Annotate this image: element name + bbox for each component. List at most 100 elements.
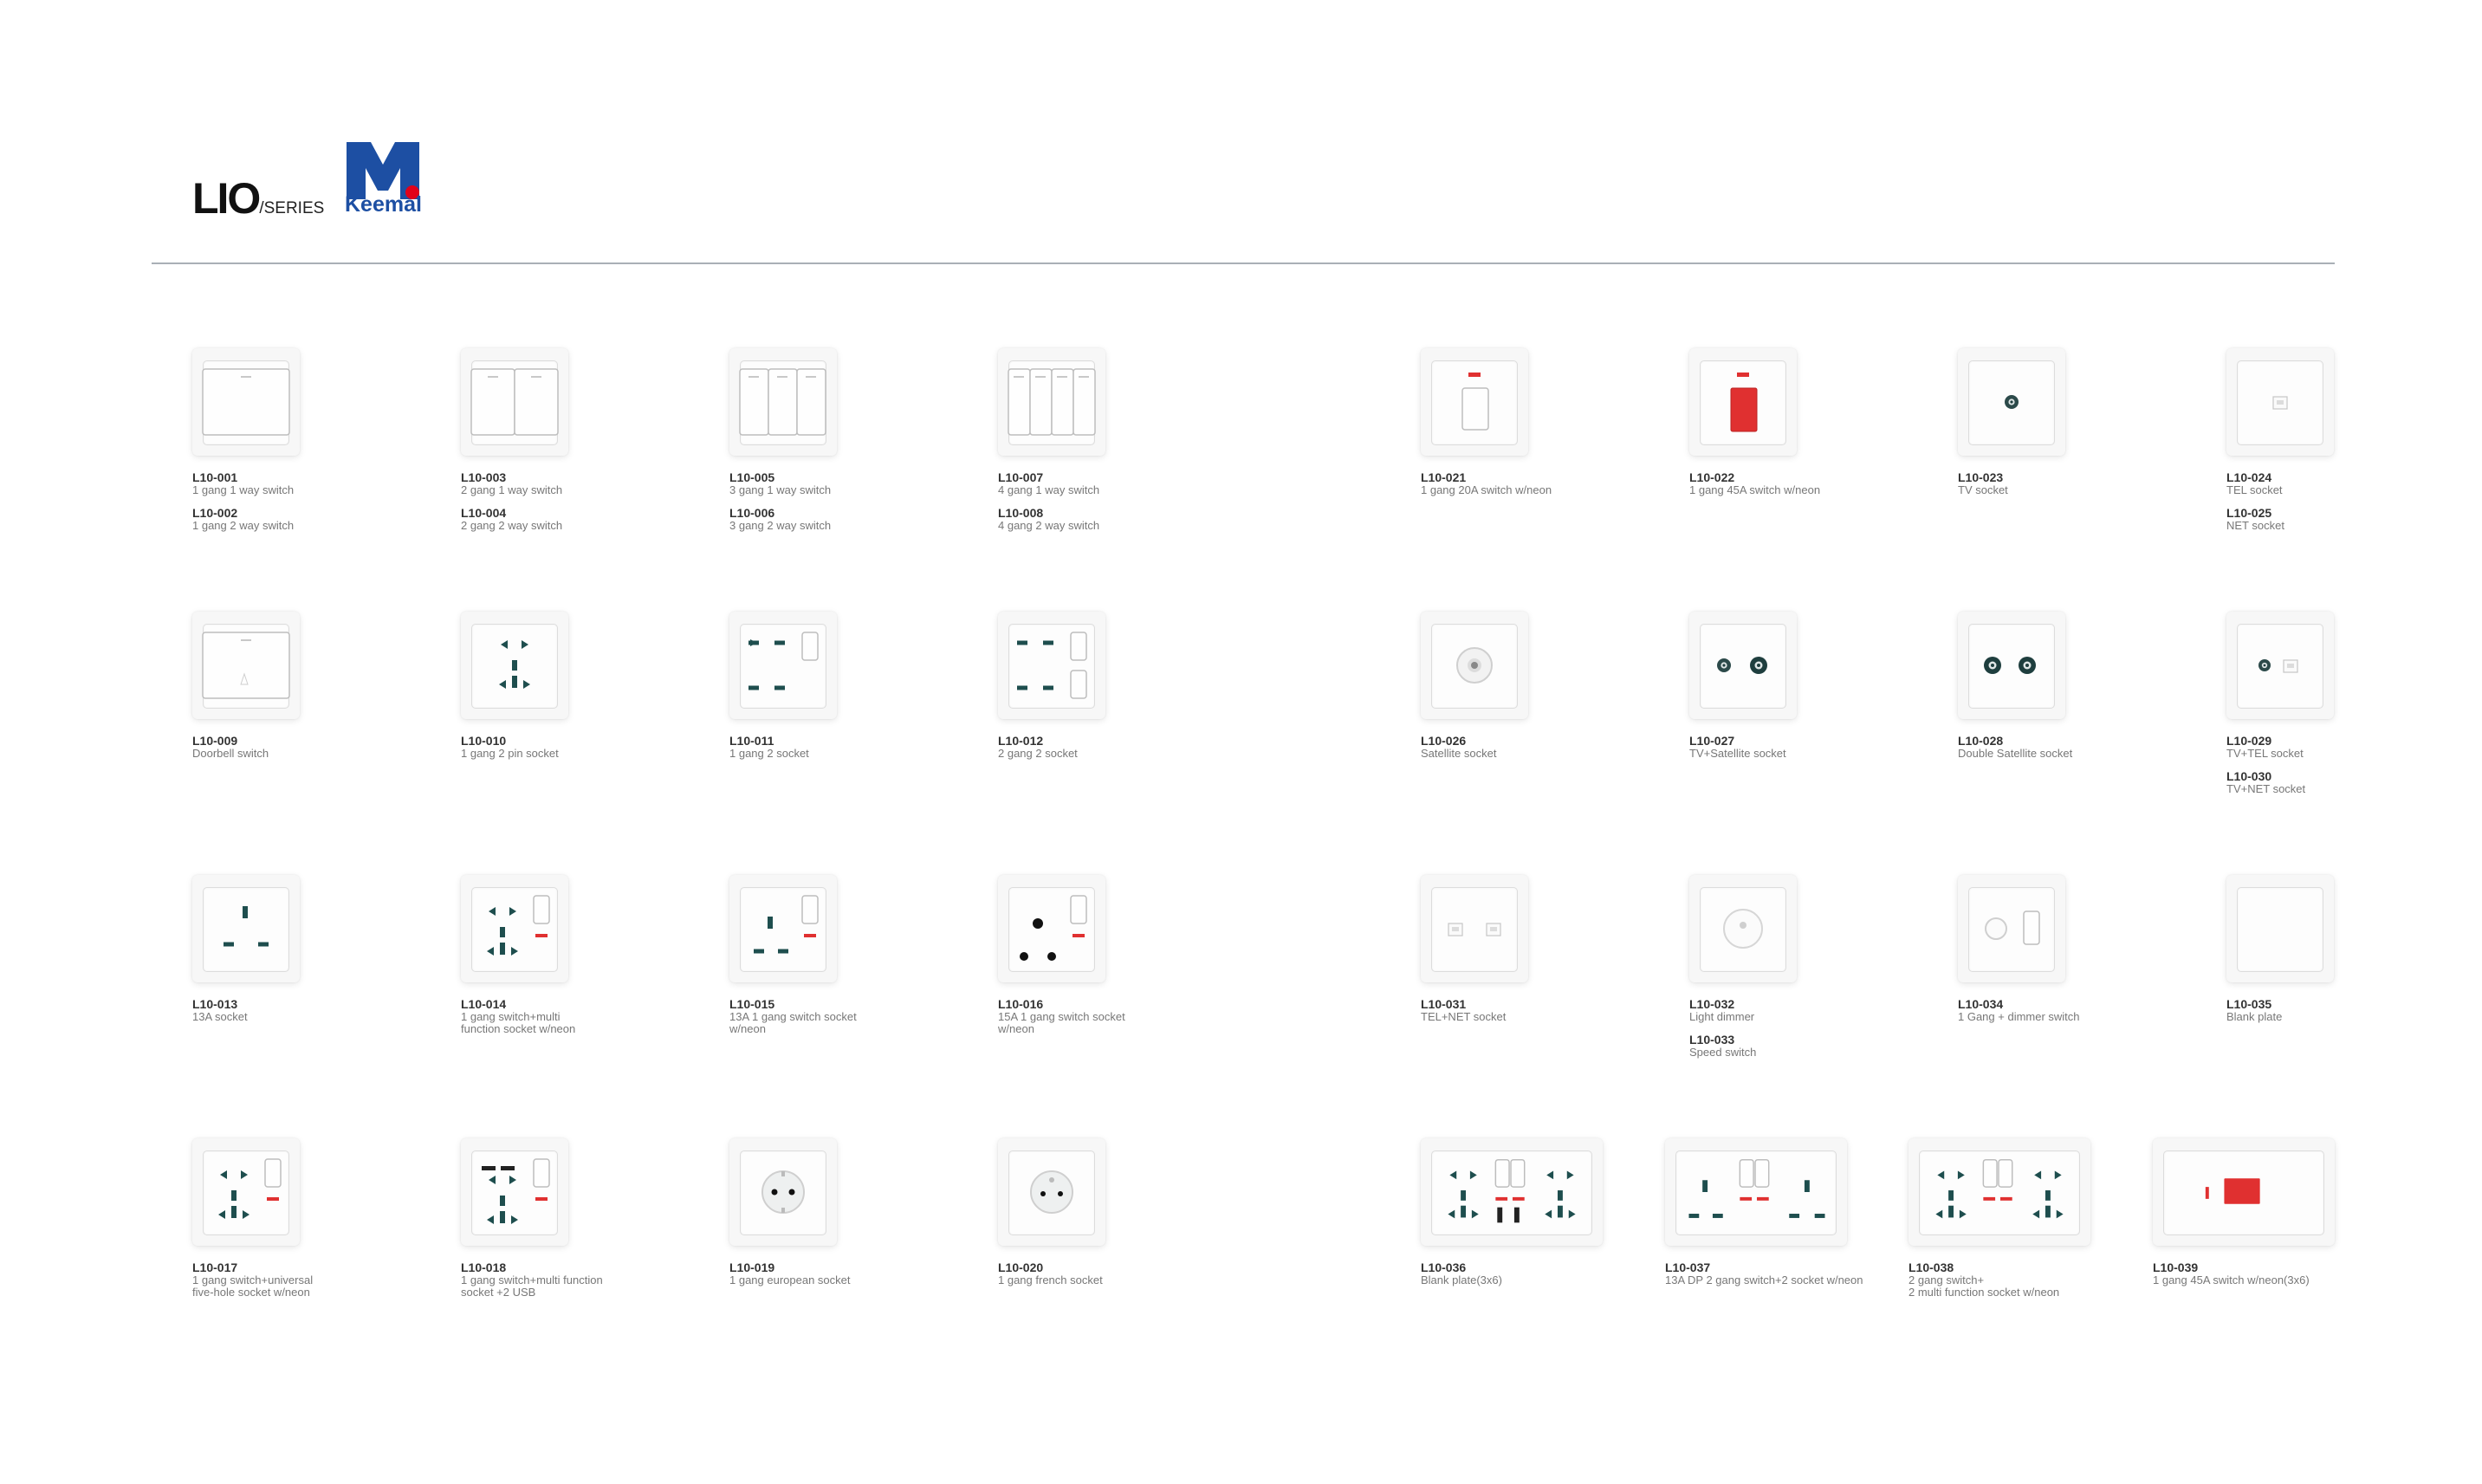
- product-caption: L10-029 TV+TEL socket L10-030 TV+NET socket: [2226, 735, 2452, 795]
- product-caption: L10-036 Blank plate(3x6): [1421, 1261, 1655, 1286]
- product-plate: [1958, 875, 2065, 982]
- product-caption: L10-026 Satellite socket: [1421, 735, 1646, 760]
- product-code: L10-001: [192, 470, 238, 484]
- product-description: 1 Gang + dimmer switch: [1958, 1010, 2080, 1023]
- product-description: 1 gang switch+universal: [192, 1273, 314, 1286]
- tv-tel-socket-icon: [2258, 659, 2298, 673]
- product-description: 4 gang 2 way switch: [998, 519, 1100, 532]
- product-code: L10-015: [729, 997, 775, 1011]
- product-code: L10-025: [2226, 506, 2272, 520]
- blank-plate-icon: [2226, 875, 2334, 982]
- product-plate: [1958, 348, 2065, 456]
- round-15a-switch-neon-icon: [1020, 895, 1087, 961]
- product-plate: [192, 348, 300, 456]
- product-caption: L10-012 2 gang 2 socket: [998, 735, 1223, 760]
- product-code: L10-020: [998, 1260, 1044, 1274]
- product-code: L10-017: [192, 1260, 238, 1274]
- product-plate: [1908, 1138, 2090, 1246]
- product-description: TV+TEL socket: [2226, 747, 2304, 760]
- product-description: Doorbell switch: [192, 747, 269, 760]
- product-description: 1 gang switch+multi function: [461, 1273, 603, 1286]
- product-description: 15A 1 gang switch socket: [998, 1010, 1125, 1023]
- product-plate: [461, 875, 568, 982]
- product-caption: L10-017 1 gang switch+universal five-hole …: [192, 1261, 418, 1299]
- product-plate: [1421, 1138, 1603, 1246]
- header-divider: [152, 262, 2335, 264]
- product-code: L10-009: [192, 734, 238, 748]
- product-description: 1 gang 2 way switch: [192, 519, 295, 532]
- tel-socket-icon: [2272, 396, 2288, 410]
- product-code: L10-034: [1958, 997, 2004, 1011]
- product-code: L10-011: [729, 734, 774, 748]
- product-plate: [461, 348, 568, 456]
- series-name: LIO: [192, 174, 261, 223]
- switch-4-gang-icon: [1008, 368, 1096, 436]
- product-description: 13A socket: [192, 1010, 248, 1023]
- doorbell-switch-icon: [202, 632, 290, 699]
- product-caption: L10-009 Doorbell switch: [192, 735, 418, 760]
- product-description: 3 gang 2 way switch: [729, 519, 832, 532]
- product-caption: L10-039 1 gang 45A switch w/neon(3x6): [2153, 1261, 2387, 1286]
- product-description: 2 gang switch+: [1908, 1273, 1985, 1286]
- product-description: TEL socket: [2226, 483, 2283, 496]
- product-description: TV socket: [1958, 483, 2008, 496]
- product-code: L10-029: [2226, 734, 2272, 748]
- product-caption: L10-035 Blank plate: [2226, 998, 2452, 1023]
- two-pin-socket-switch-icon: [748, 632, 819, 690]
- product-description: 2 gang 2 way switch: [461, 519, 563, 532]
- series-suffix: /SERIES: [259, 199, 325, 217]
- product-plate: [998, 1138, 1105, 1246]
- product-code: L10-035: [2226, 997, 2272, 1011]
- product-caption: L10-016 15A 1 gang switch socket w/neon: [998, 998, 1223, 1035]
- switch-1-gang-icon: [202, 368, 290, 436]
- product-plate: [2226, 875, 2334, 982]
- product-code: L10-030: [2226, 769, 2272, 783]
- product-description: 4 gang 1 way switch: [998, 483, 1100, 496]
- product-caption: L10-005 3 gang 1 way switch L10-006 3 gang …: [729, 471, 955, 532]
- product-code: L10-032: [1689, 997, 1735, 1011]
- double-multi-socket-icon: [1935, 1158, 2064, 1219]
- product-caption: L10-023 TV socket: [1958, 471, 2183, 496]
- product-description: TV+NET socket: [2226, 782, 2306, 795]
- product-caption: L10-031 TEL+NET socket: [1421, 998, 1646, 1023]
- product-description-line2: w/neon: [729, 1022, 766, 1035]
- double-uk-socket-icon: [1688, 1158, 1825, 1218]
- product-plate: [461, 612, 568, 719]
- uk-13a-socket-icon: [224, 906, 269, 947]
- product-caption: L10-028 Double Satellite socket: [1958, 735, 2183, 760]
- product-description-line2: 2 multi function socket w/neon: [1908, 1286, 2060, 1299]
- product-caption: L10-001 1 gang 1 way switch L10-002 1 gang …: [192, 471, 418, 532]
- series-title: LIO/SERIES: [192, 173, 324, 224]
- product-caption: L10-015 13A 1 gang switch socket w/neon: [729, 998, 955, 1035]
- catalog-header: LIO/SERIES Keemal: [0, 0, 2482, 269]
- product-description: 13A 1 gang switch socket: [729, 1010, 857, 1023]
- product-plate: [1689, 348, 1797, 456]
- product-plate: [1421, 348, 1528, 456]
- product-plate: [1689, 612, 1797, 719]
- product-code: L10-023: [1958, 470, 2004, 484]
- product-description: 2 gang 2 socket: [998, 747, 1078, 760]
- product-description: TV+Satellite socket: [1689, 747, 1786, 760]
- product-code: L10-021: [1421, 470, 1467, 484]
- uk-13a-switch-neon-icon: [754, 895, 819, 954]
- product-plate: [2226, 612, 2334, 719]
- switch-2-gang-icon: [470, 368, 559, 436]
- double-socket-usb-icon: [1448, 1158, 1576, 1223]
- product-description: 1 gang french socket: [998, 1273, 1103, 1286]
- product-caption: L10-014 1 gang switch+multi function socke…: [461, 998, 686, 1035]
- product-code: L10-004: [461, 506, 507, 520]
- product-code: L10-037: [1665, 1260, 1711, 1274]
- product-plate: [461, 1138, 568, 1246]
- product-caption: L10-027 TV+Satellite socket: [1689, 735, 1915, 760]
- product-code: L10-033: [1689, 1033, 1735, 1047]
- product-description: 1 gang switch+multi: [461, 1010, 561, 1023]
- product-description: 3 gang 1 way switch: [729, 483, 832, 496]
- multi-socket-icon: [499, 640, 530, 689]
- product-description: TEL+NET socket: [1421, 1010, 1507, 1023]
- product-plate: [192, 875, 300, 982]
- product-code: L10-012: [998, 734, 1044, 748]
- product-description-line2: w/neon: [998, 1022, 1034, 1035]
- switch-45a-wide-icon: [2205, 1178, 2260, 1204]
- product-code: L10-010: [461, 734, 507, 748]
- two-pin-socket-2switch-icon: [1017, 632, 1087, 699]
